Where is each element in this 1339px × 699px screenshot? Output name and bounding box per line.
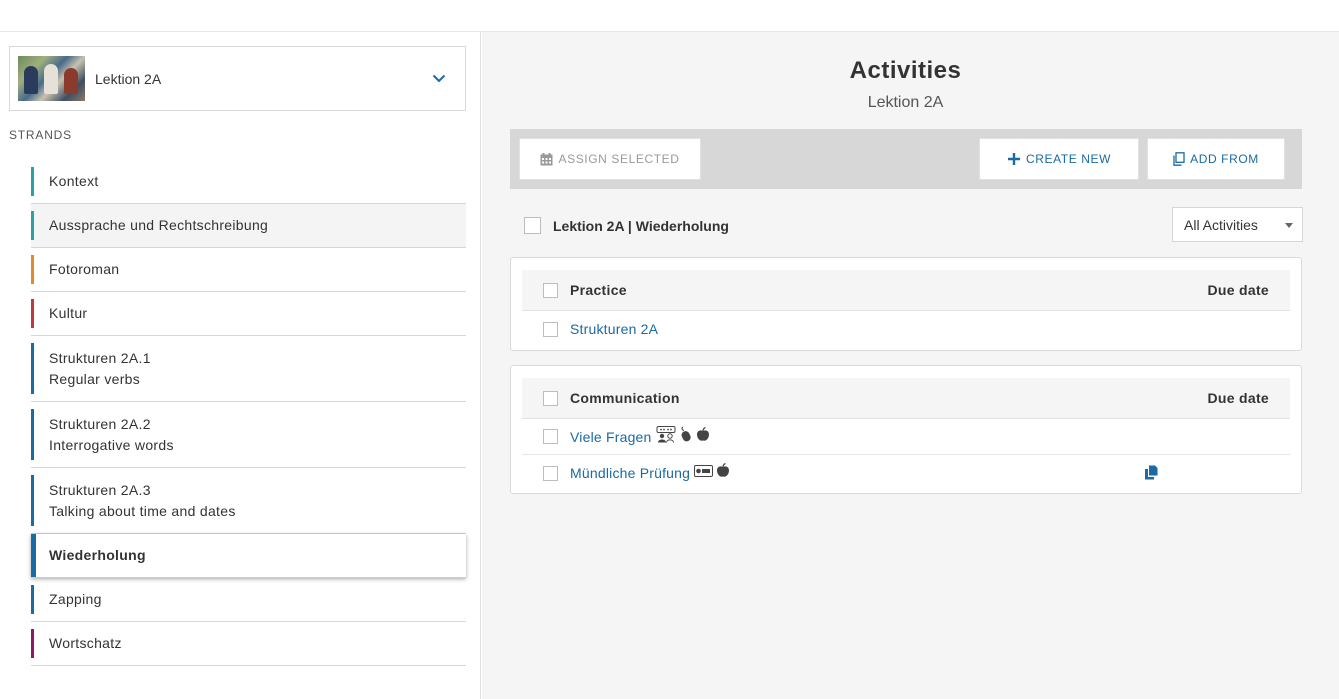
strand-sublabel: Regular verbs [49, 370, 141, 387]
strand-label: Kontext [49, 173, 99, 189]
strand-item-wortschatz[interactable]: Wortschatz [31, 622, 466, 666]
strand-item-aussprache[interactable]: Aussprache und Rechtschreibung [31, 204, 466, 248]
copy-document-icon [1173, 152, 1185, 166]
strand-sublabel: Talking about time and dates [49, 502, 236, 519]
strand-label: Strukturen 2A.1 [49, 349, 151, 366]
main-panel: Activities Lektion 2A ASSIGN SELECTED CR… [482, 32, 1339, 699]
activity-row: Strukturen 2A [522, 311, 1290, 347]
plus-icon [1007, 152, 1021, 166]
apple-icon [716, 462, 730, 483]
select-all-checkbox[interactable] [524, 217, 541, 234]
section-checkbox[interactable] [543, 390, 558, 406]
section-header: Practice Due date [522, 270, 1290, 311]
calendar-icon [540, 152, 553, 166]
chevron-down-icon[interactable] [429, 69, 449, 89]
strand-sublabel: Interrogative words [49, 436, 174, 453]
strand-label: Wiederholung [49, 547, 146, 563]
top-bar [0, 0, 1339, 32]
strand-list: Kontext Aussprache und Rechtschreibung F… [31, 160, 466, 666]
create-new-label: CREATE NEW [1025, 152, 1112, 166]
communication-section: Communication Due date Viele Fragen Münd… [510, 365, 1302, 494]
activity-row: Mündliche Prüfung [522, 455, 1290, 491]
strand-item-strukturen-2a2[interactable]: Strukturen 2A.2 Interrogative words [31, 402, 466, 468]
page-title: Activities [849, 57, 962, 84]
activity-type-icons [694, 462, 730, 483]
selection-breadcrumb: Lektion 2A | Wiederholung [553, 217, 729, 234]
strand-label: Wortschatz [49, 635, 122, 651]
lesson-selector[interactable]: Lektion 2A [9, 46, 466, 111]
strands-heading: STRANDS [9, 128, 72, 142]
caret-down-icon [1285, 223, 1293, 228]
strand-label: Aussprache und Rechtschreibung [49, 217, 269, 233]
activity-filter-dropdown[interactable]: All Activities [1172, 207, 1303, 242]
strand-color-bar [31, 343, 34, 394]
strand-label: Kultur [49, 305, 88, 321]
strand-label: Zapping [49, 591, 102, 607]
strand-color-bar [31, 409, 34, 460]
strand-color-bar [31, 167, 34, 196]
strand-color-bar [31, 299, 34, 328]
strand-label: Strukturen 2A.2 [49, 415, 151, 432]
strand-color-bar [31, 211, 34, 240]
create-new-button[interactable]: CREATE NEW [979, 138, 1139, 180]
strand-item-kultur[interactable]: Kultur [31, 292, 466, 336]
partner-chat-icon [656, 425, 676, 448]
strand-item-strukturen-2a1[interactable]: Strukturen 2A.1 Regular verbs [31, 336, 466, 402]
strand-color-bar [31, 534, 36, 577]
lesson-selector-label: Lektion 2A [95, 70, 162, 87]
section-checkbox[interactable] [543, 282, 558, 298]
strand-color-bar [31, 255, 34, 284]
due-date-heading: Due date [1207, 390, 1269, 406]
strand-color-bar [31, 475, 34, 526]
strand-item-wiederholung[interactable]: Wiederholung [31, 534, 466, 578]
strand-item-strukturen-2a3[interactable]: Strukturen 2A.3 Talking about time and d… [31, 468, 466, 534]
strand-item-kontext[interactable]: Kontext [31, 160, 466, 204]
assign-selected-label: ASSIGN SELECTED [558, 152, 680, 166]
lesson-thumbnail [18, 56, 85, 101]
strand-label: Strukturen 2A.3 [49, 481, 151, 498]
practice-section: Practice Due date Strukturen 2A [510, 257, 1302, 351]
activity-link[interactable]: Viele Fragen [570, 429, 652, 445]
apple-icon [696, 426, 710, 447]
mouse-icon [679, 426, 693, 447]
activity-filter-value: All Activities [1184, 216, 1258, 233]
activity-toolbar: ASSIGN SELECTED CREATE NEW ADD FROM [510, 129, 1302, 189]
strand-item-zapping[interactable]: Zapping [31, 578, 466, 622]
sidebar: Lektion 2A STRANDS Kontext Aussprache un… [0, 32, 481, 699]
strand-item-fotoroman[interactable]: Fotoroman [31, 248, 466, 292]
due-date-heading: Due date [1207, 282, 1269, 298]
add-from-label: ADD FROM [1190, 152, 1259, 166]
activity-link[interactable]: Mündliche Prüfung [570, 465, 690, 481]
section-heading: Practice [570, 282, 627, 298]
activity-link[interactable]: Strukturen 2A [570, 321, 658, 337]
activity-checkbox[interactable] [543, 465, 558, 481]
select-all-row: Lektion 2A | Wiederholung [524, 217, 729, 234]
strand-label: Fotoroman [49, 261, 120, 277]
section-header: Communication Due date [522, 378, 1290, 419]
page-subtitle: Lektion 2A [867, 94, 944, 111]
assign-selected-button[interactable]: ASSIGN SELECTED [519, 138, 701, 180]
strand-color-bar [31, 629, 34, 658]
section-heading: Communication [570, 390, 680, 406]
activity-checkbox[interactable] [543, 321, 558, 337]
activity-type-icons [656, 425, 710, 448]
activity-checkbox[interactable] [543, 429, 558, 444]
record-icon [694, 464, 714, 482]
copy-icon[interactable] [1144, 465, 1158, 485]
strand-color-bar [31, 585, 34, 614]
add-from-button[interactable]: ADD FROM [1147, 138, 1285, 180]
activity-row: Viele Fragen [522, 419, 1290, 455]
